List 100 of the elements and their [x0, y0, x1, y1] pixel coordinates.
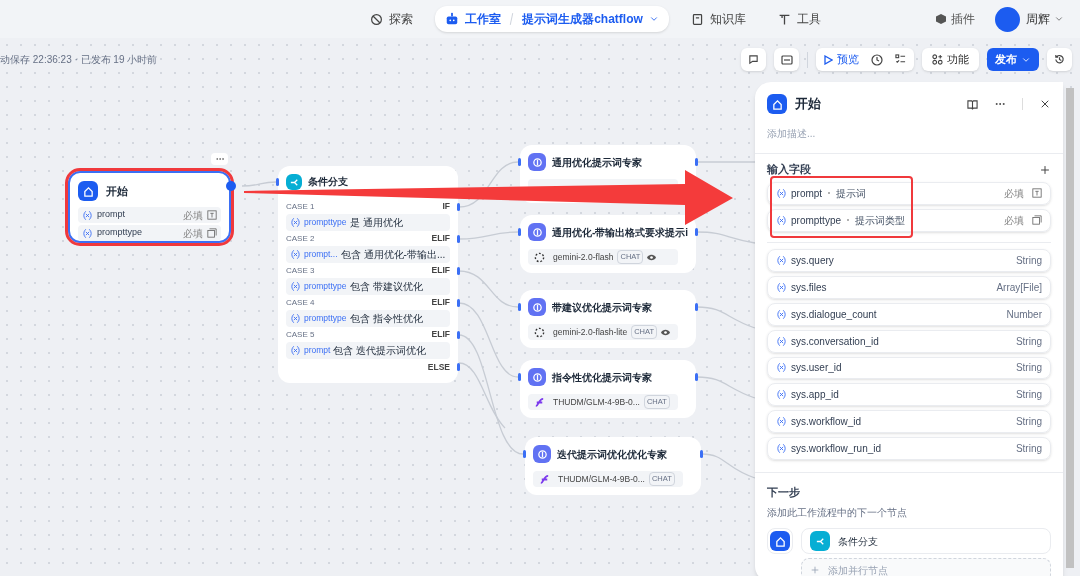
plugins-link[interactable]: 插件: [935, 10, 975, 28]
condition-node[interactable]: 条件分支 CASE 1 IF prompttype 是 通用优化 CASE 2 ELIF prompt... 包含 通用优化-带输出... CASE 3 ELIF prompttype 包含 带建议优化 CASE 4 ELIF prompttype 包含 指令性优化 CASE 5 ELIF prompt 包含 迭代提示词优化 ELSE: [278, 166, 458, 383]
user-name[interactable]: 周辉: [1026, 10, 1050, 28]
checklist-button[interactable]: [741, 48, 766, 71]
condition-row: prompt... 包含 通用优化-带输出...: [286, 246, 450, 263]
scrollbar[interactable]: [1066, 88, 1074, 568]
connection-port[interactable]: [695, 228, 698, 236]
system-variable-row: sys.workflow_id String: [767, 410, 1051, 434]
case-tag: ELIF: [431, 264, 450, 277]
text-field-icon: [207, 210, 217, 220]
nav-tab[interactable]: 探索: [360, 6, 424, 32]
system-variable-row: sys.app_id String: [767, 383, 1051, 407]
dotted-circle-icon: [534, 251, 545, 263]
connection-port[interactable]: [457, 331, 460, 339]
close-icon[interactable]: [1039, 98, 1051, 110]
variable-icon: [290, 281, 301, 292]
env-icon: [780, 54, 793, 65]
swirl-icon: [534, 396, 545, 408]
connection-port[interactable]: [700, 450, 703, 458]
input-variable-row: prompt 必填: [78, 207, 221, 223]
system-variable-row: sys.files Array[File]: [767, 275, 1051, 299]
eye-icon: [661, 327, 671, 337]
case-tag: ELSE: [427, 360, 450, 374]
input-field-row[interactable]: prompt 提示词 必填: [767, 181, 1051, 205]
connector-line: [696, 231, 756, 244]
history-icon: [1054, 54, 1065, 65]
case-tag: IF: [442, 200, 450, 213]
connection-port[interactable]: [276, 178, 279, 186]
nav-tab[interactable]: 工作室 提示词生成器chatflow: [435, 6, 669, 32]
app-name[interactable]: 提示词生成器chatflow: [522, 10, 643, 28]
publish-button[interactable]: 发布: [987, 48, 1039, 71]
clock-icon[interactable]: [871, 53, 883, 66]
condition-row: prompttype 包含 带建议优化: [286, 278, 450, 295]
connection-port[interactable]: [457, 203, 460, 211]
case-tag: ELIF: [431, 232, 450, 245]
start-node[interactable]: 开始 prompt 必填 prompttype 必填: [68, 171, 231, 243]
variable-icon: [776, 443, 787, 455]
list-icon[interactable]: [895, 54, 906, 65]
variable-icon: [290, 345, 301, 356]
connection-port[interactable]: [518, 158, 521, 166]
brain-icon: [528, 298, 546, 316]
chevron-icon: [648, 14, 659, 24]
avatar[interactable]: [995, 6, 1020, 32]
panel-title: 开始: [795, 95, 822, 114]
nav-tab[interactable]: 知识库: [680, 6, 756, 32]
grid-plus-icon: [932, 54, 943, 65]
variable-icon: [82, 227, 93, 239]
variable-icon: [776, 389, 787, 401]
nav-tab[interactable]: 工具: [767, 6, 831, 32]
case-tag: ELIF: [431, 328, 450, 341]
next-node[interactable]: 条件分支: [801, 528, 1051, 555]
connection-port[interactable]: [523, 450, 526, 458]
case-label: CASE 3: [286, 264, 315, 277]
save-status: 动保存 22:36:23 · 已发布 19 小时前: [0, 53, 158, 67]
case-tag: ELIF: [431, 296, 450, 309]
section-heading: 输入字段: [767, 161, 812, 177]
node-title: 开始: [106, 183, 128, 199]
connection-port[interactable]: [457, 363, 460, 371]
connection-port[interactable]: [518, 303, 521, 311]
node-title: 通用优化提示词专家: [552, 155, 642, 170]
input-field-row[interactable]: prompttype 提示词类型 必填: [767, 208, 1051, 232]
connection-port[interactable]: [518, 228, 521, 236]
node-title: 条件分支: [308, 177, 348, 187]
features-button[interactable]: 功能: [922, 48, 979, 71]
variable-icon: [776, 362, 787, 374]
description-field[interactable]: 添加描述...: [767, 126, 967, 141]
env-button[interactable]: [774, 48, 799, 71]
book-icon: [690, 12, 704, 26]
add-icon[interactable]: [1039, 163, 1051, 176]
text-field-icon: [1032, 188, 1042, 199]
connection-port[interactable]: [457, 299, 460, 307]
brain-icon: [533, 445, 551, 463]
chevron-icon: [1054, 14, 1064, 24]
connection-port[interactable]: [695, 158, 698, 166]
connection-port[interactable]: [695, 303, 698, 311]
more-button[interactable]: [211, 153, 228, 165]
swirl-icon: [539, 473, 550, 485]
book-icon[interactable]: [967, 98, 978, 110]
variable-icon: [776, 335, 787, 347]
copy-icon: [1032, 215, 1042, 226]
brain-icon: [528, 153, 546, 171]
connection-port[interactable]: [695, 373, 698, 381]
variable-icon: [776, 187, 787, 199]
variable-icon: [290, 249, 301, 260]
home-icon: [767, 94, 787, 114]
connection-port[interactable]: [457, 267, 460, 275]
case-label: CASE 1: [286, 200, 315, 213]
add-node-handle[interactable]: [226, 181, 236, 191]
comment-x-icon: [748, 54, 759, 65]
connection-port[interactable]: [518, 373, 521, 381]
copy-icon: [207, 228, 217, 238]
variable-icon: [290, 217, 301, 228]
input-variable-row: prompttype 必填: [78, 225, 221, 241]
connection-port[interactable]: [457, 235, 460, 243]
case-label: CASE 2: [286, 232, 315, 245]
node-title: 迭代提示词优化优化专家: [557, 447, 667, 462]
history-button[interactable]: [1047, 48, 1072, 71]
preview-button[interactable]: 预览: [824, 51, 859, 68]
case-label: CASE 4: [286, 296, 315, 309]
variable-icon: [776, 214, 787, 226]
